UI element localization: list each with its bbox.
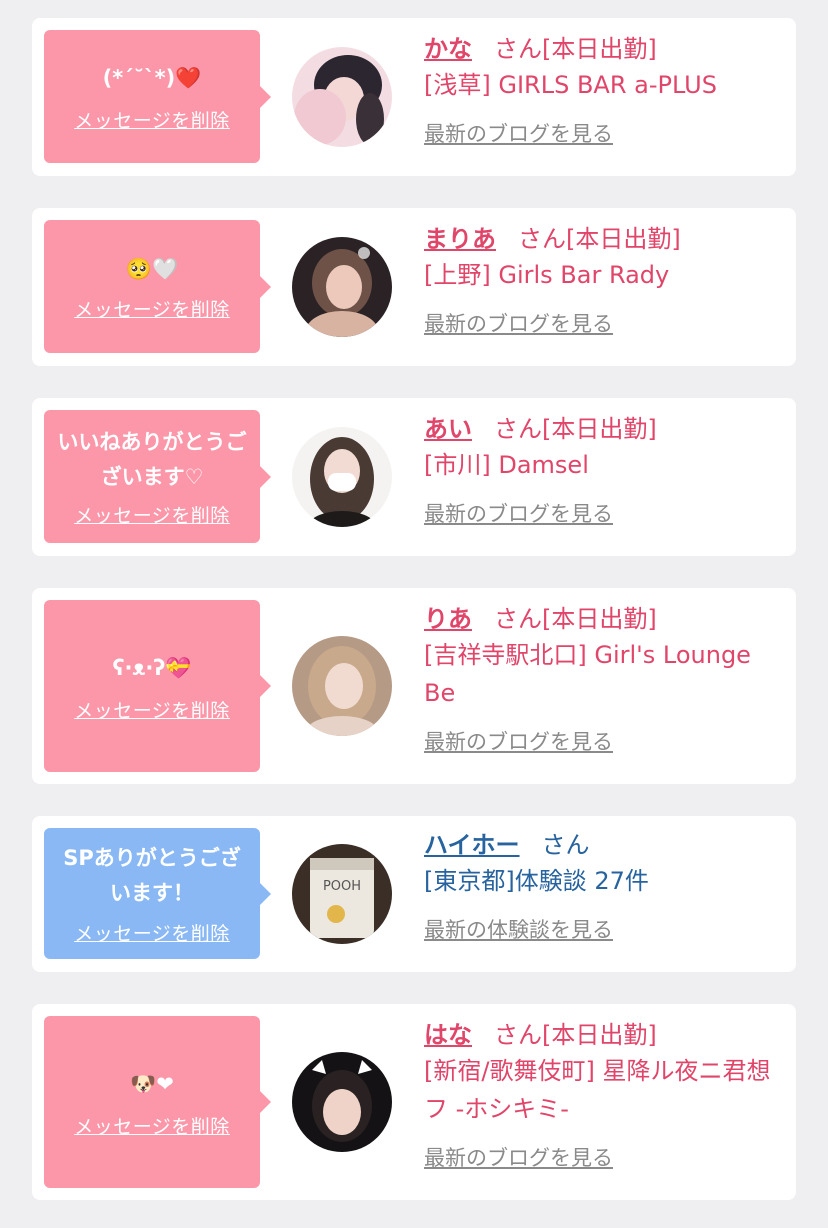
latest-blog-link[interactable]: 最新のブログを見る xyxy=(424,308,613,338)
shop-link[interactable]: [浅草] GIRLS BAR a-PLUS xyxy=(424,66,778,104)
avatar[interactable] xyxy=(292,636,392,736)
delete-message-link[interactable]: メッセージを削除 xyxy=(74,696,230,723)
message-bubble: いいねありがとうございます♡ メッセージを削除 xyxy=(44,410,271,543)
delete-message-link[interactable]: メッセージを削除 xyxy=(74,295,230,322)
message-bubble: 🐶❤ メッセージを削除 xyxy=(44,1016,271,1188)
avatar[interactable] xyxy=(292,237,392,337)
message-bubble: ʕ·ᴥ·ʔ💝 メッセージを削除 xyxy=(44,600,271,772)
avatar-label-text: POOH xyxy=(323,879,361,894)
latest-blog-link[interactable]: 最新のブログを見る xyxy=(424,118,613,148)
message-text: 🐶❤ xyxy=(130,1071,174,1096)
avatar[interactable] xyxy=(292,427,392,527)
shop-link[interactable]: [吉祥寺駅北口] Girl's Lounge Be xyxy=(424,636,778,712)
latest-blog-link[interactable]: 最新のブログを見る xyxy=(424,1142,613,1172)
delete-message-link[interactable]: メッセージを削除 xyxy=(74,1112,230,1139)
avatar-photo xyxy=(292,427,392,527)
message-card: SPありがとうございます！ メッセージを削除 POOH ハイホー さん [東京都]… xyxy=(32,816,796,972)
avatar[interactable] xyxy=(292,47,392,147)
profile-info: りあ さん[本日出勤] [吉祥寺駅北口] Girl's Lounge Be 最新の… xyxy=(424,602,778,756)
avatar-photo xyxy=(292,1052,392,1152)
avatar-photo: POOH xyxy=(292,844,392,944)
profile-info: はな さん[本日出勤] [新宿/歌舞伎町] 星降ル夜ニ君想フ -ホシキミ- 最新の… xyxy=(424,1018,778,1172)
message-text: SPありがとうございます！ xyxy=(63,846,241,905)
avatar-photo xyxy=(292,47,392,147)
message-card: (*´˘`*)❤️ メッセージを削除 かな さん[本日出勤] [浅草] GIRLS… xyxy=(32,18,796,176)
message-list: (*´˘`*)❤️ メッセージを削除 かな さん[本日出勤] [浅草] GIRLS… xyxy=(0,0,828,1228)
cast-name-link[interactable]: はな xyxy=(424,1021,472,1049)
latest-blog-link[interactable]: 最新のブログを見る xyxy=(424,498,613,528)
cast-name-link[interactable]: あい xyxy=(424,415,472,443)
avatar-photo xyxy=(292,636,392,736)
name-suffix: さん[本日出勤] xyxy=(494,35,657,63)
latest-blog-link[interactable]: 最新のブログを見る xyxy=(424,726,613,756)
delete-message-link[interactable]: メッセージを削除 xyxy=(74,919,230,946)
delete-message-link[interactable]: メッセージを削除 xyxy=(74,106,230,133)
delete-message-link[interactable]: メッセージを削除 xyxy=(74,501,230,528)
cast-name-link[interactable]: まりあ xyxy=(424,225,496,253)
profile-info: まりあ さん[本日出勤] [上野] Girls Bar Rady 最新のブログを見… xyxy=(424,222,778,338)
profile-info: かな さん[本日出勤] [浅草] GIRLS BAR a-PLUS 最新のブログを… xyxy=(424,32,778,148)
message-bubble: SPありがとうございます！ メッセージを削除 xyxy=(44,828,271,959)
profile-info: あい さん[本日出勤] [市川] Damsel 最新のブログを見る xyxy=(424,412,778,528)
name-suffix: さん[本日出勤] xyxy=(494,605,657,633)
avatar[interactable] xyxy=(292,1052,392,1152)
profile-info: ハイホー さん [東京都]体験談 27件 最新の体験談を見る xyxy=(424,828,778,944)
message-card: ʕ·ᴥ·ʔ💝 メッセージを削除 りあ さん[本日出勤] [吉祥寺駅北口] Girl… xyxy=(32,588,796,784)
message-bubble: 🥺🤍 メッセージを削除 xyxy=(44,220,271,353)
name-suffix: さん[本日出勤] xyxy=(494,415,657,443)
latest-review-link[interactable]: 最新の体験談を見る xyxy=(424,914,613,944)
shop-link[interactable]: [市川] Damsel xyxy=(424,446,778,484)
message-card: いいねありがとうございます♡ メッセージを削除 あい さん[本日出勤] [市川] … xyxy=(32,398,796,556)
message-text: 🥺🤍 xyxy=(125,257,179,281)
review-count-link[interactable]: [東京都]体験談 27件 xyxy=(424,862,778,900)
message-bubble: (*´˘`*)❤️ メッセージを削除 xyxy=(44,30,271,163)
message-card: 🥺🤍 メッセージを削除 まりあ さん[本日出勤] [上野] Girls Bar R… xyxy=(32,208,796,366)
name-suffix: さん[本日出勤] xyxy=(494,1021,657,1049)
reviewer-name-link[interactable]: ハイホー xyxy=(424,831,520,859)
message-card: 🐶❤ メッセージを削除 はな さん[本日出勤] [新宿/歌舞伎町] 星降ル夜ニ君想… xyxy=(32,1004,796,1200)
cast-name-link[interactable]: りあ xyxy=(424,605,472,633)
avatar[interactable]: POOH xyxy=(292,844,392,944)
message-text: ʕ·ᴥ·ʔ💝 xyxy=(112,655,192,680)
avatar-photo xyxy=(292,237,392,337)
cast-name-link[interactable]: かな xyxy=(424,35,472,63)
message-text: いいねありがとうございます♡ xyxy=(57,430,247,489)
shop-link[interactable]: [新宿/歌舞伎町] 星降ル夜ニ君想フ -ホシキミ- xyxy=(424,1052,778,1128)
message-text: (*´˘`*)❤️ xyxy=(102,66,202,90)
name-suffix: さん xyxy=(541,831,590,859)
shop-link[interactable]: [上野] Girls Bar Rady xyxy=(424,256,778,294)
name-suffix: さん[本日出勤] xyxy=(518,225,681,253)
